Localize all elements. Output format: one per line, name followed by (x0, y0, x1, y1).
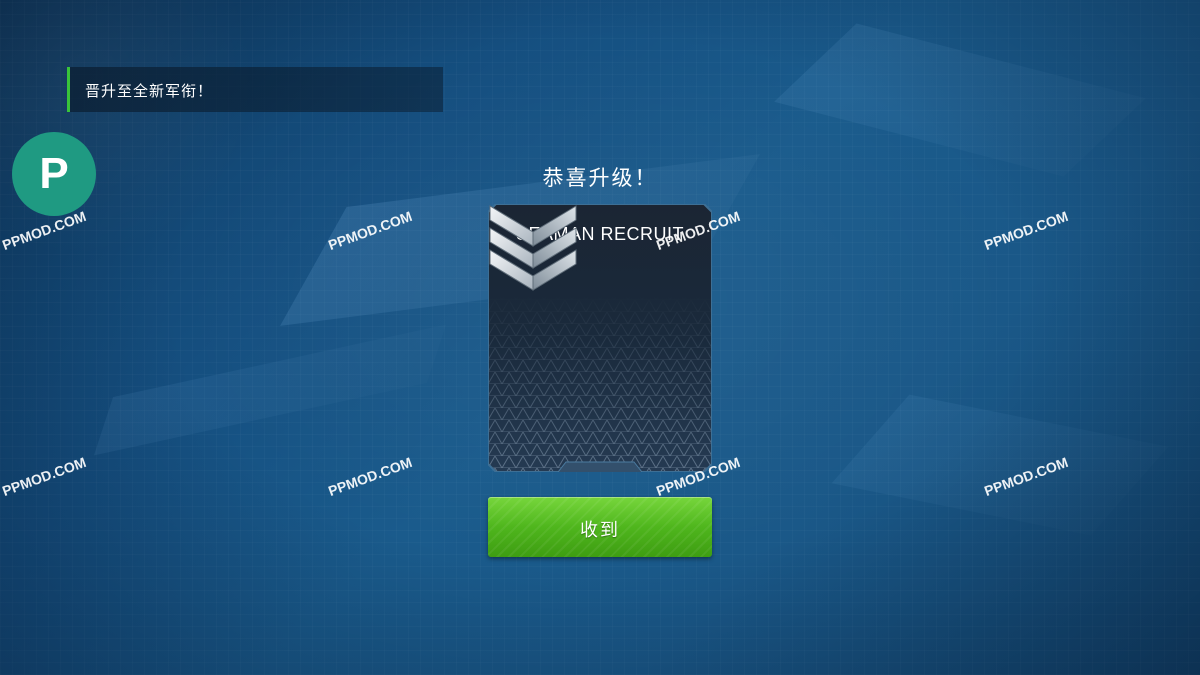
notification-text: 晋升至全新军衔！ (85, 82, 214, 100)
rank-card: SEAMAN RECRUIT (488, 204, 712, 472)
collect-button[interactable]: 收到 (488, 497, 712, 557)
three-chevrons-icon (489, 205, 577, 291)
congrats-heading: 恭喜升级！ (542, 166, 658, 190)
collect-button-label: 收到 (580, 520, 620, 541)
promotion-notification: 晋升至全新军衔！ (67, 67, 443, 112)
